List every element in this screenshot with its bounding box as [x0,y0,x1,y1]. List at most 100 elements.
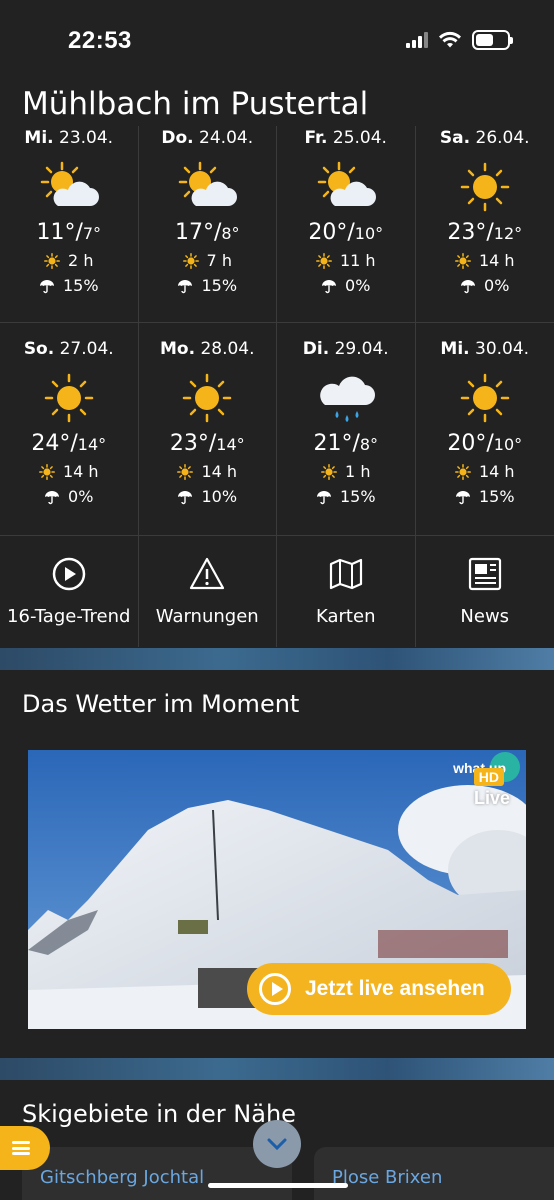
sun-hours: 14 h [416,462,554,481]
nav-label: Warnungen [155,606,259,627]
temperature: 17°/8° [174,220,240,245]
hd-badge: HD [473,768,504,786]
scroll-down-button[interactable] [253,1120,301,1168]
rain-chance: 0% [0,487,138,506]
day-label: So. 27.04. [23,339,114,359]
ski-area-card[interactable]: Plose Brixen [314,1147,554,1200]
ski-area-card[interactable]: Gitschberg Jochtal [22,1147,292,1200]
rain-chance: 10% [139,487,277,506]
umbrella-icon [316,490,331,504]
nav-karten[interactable]: Karten [277,536,416,647]
status-icons [406,30,513,50]
umbrella-icon [45,490,60,504]
sun-icon [452,160,518,214]
rain-chance: 15% [277,487,415,506]
nav-news[interactable]: News [416,536,554,647]
sunshine-icon [455,463,471,480]
sun-icon [452,371,518,425]
ski-areas-title: Skigebiete in der Nähe [22,1100,296,1128]
day-label: Mi. 30.04. [440,339,530,359]
umbrella-icon [178,279,193,293]
temperature: 20°/10° [447,431,523,456]
forecast-day[interactable]: Sa. 26.04. 23°/12° 14 h 0% [415,126,554,323]
sun-hours: 14 h [139,462,277,481]
forecast-day[interactable]: Mi. 30.04. 20°/10° 14 h 15% [415,323,554,536]
nav-label: Karten [316,606,376,627]
temperature: 11°/7° [36,220,102,245]
rain-chance: 0% [277,276,415,295]
umbrella-icon [39,279,54,293]
sunshine-icon [316,252,332,269]
sunshine-icon [321,463,337,480]
temperature: 24°/14° [31,431,107,456]
temperature: 21°/8° [313,431,379,456]
forecast-grid: Mi. 23.04. 11°/7° 2 h 15% Do. 24.04. 17°/8° 7 … [0,126,554,647]
section-divider [0,1058,554,1080]
forecast-day[interactable]: Do. 24.04. 17°/8° 7 h 15% [138,126,277,323]
sun-hours: 2 h [0,251,138,270]
forecast-day[interactable]: Fr. 25.04. 20°/10° 11 h 0% [277,126,416,323]
hamburger-icon [12,1141,30,1155]
home-indicator [208,1183,348,1188]
menu-button[interactable] [0,1126,50,1170]
day-label: Sa. 26.04. [439,128,530,148]
signal-icon [406,32,428,48]
sun-hours: 14 h [0,462,138,481]
sunshine-icon [44,252,60,269]
status-bar: 22:53 [0,0,554,84]
section-divider [0,648,554,670]
temperature: 23°/14° [169,431,245,456]
nav-label: 16-Tage-Trend [7,606,131,627]
forecast-day[interactable]: Mo. 28.04. 23°/14° 14 h 10% [138,323,277,536]
wifi-icon [439,31,461,48]
forecast-day[interactable]: So. 27.04. 24°/14° 14 h 0% [0,323,139,536]
watch-live-label: Jetzt live ansehen [305,977,485,1000]
watch-live-button[interactable]: Jetzt live ansehen [247,963,511,1015]
newspaper-icon [467,556,503,592]
current-weather-title: Das Wetter im Moment [22,690,300,718]
day-label: Mi. 23.04. [24,128,114,148]
play-icon [259,973,291,1005]
day-label: Do. 24.04. [161,128,254,148]
ski-area-name: Plose Brixen [332,1167,443,1188]
sunshine-icon [177,463,194,480]
battery-icon [472,30,513,50]
day-label: Fr. 25.04. [304,128,387,148]
umbrella-icon [322,279,337,293]
nav-label: News [460,606,510,627]
rain-chance: 15% [0,276,138,295]
sun-hours: 11 h [277,251,415,270]
ski-area-name: Gitschberg Jochtal [40,1167,205,1188]
sun-icon [36,371,102,425]
forecast-day[interactable]: Di. 29.04. 21°/8° 1 h 15% [277,323,416,536]
umbrella-icon [178,490,193,504]
rain-chance: 0% [416,276,554,295]
rain-chance: 15% [416,487,554,506]
temperature: 23°/12° [447,220,523,245]
sunshine-icon [182,252,199,269]
play-circle-icon [51,556,87,592]
day-label: Mo. 28.04. [159,339,255,359]
temperature: 20°/10° [308,220,384,245]
rain-cloud-icon [313,371,379,425]
sun-cloud-icon [313,160,379,214]
sun-hours: 7 h [139,251,277,270]
status-time: 22:53 [68,27,132,54]
nav-warnungen[interactable]: Warnungen [139,536,277,647]
umbrella-icon [455,490,470,504]
webcam-image[interactable]: what up HD Live Jetzt live ansehen [28,750,526,1029]
nav-16-tage-trend[interactable]: 16-Tage-Trend [0,536,139,647]
forecast-day[interactable]: Mi. 23.04. 11°/7° 2 h 15% [0,126,139,323]
sun-cloud-icon [174,160,240,214]
day-label: Di. 29.04. [302,339,389,359]
map-icon [328,556,364,592]
rain-chance: 15% [139,276,277,295]
sun-icon [174,371,240,425]
sun-cloud-icon [36,160,102,214]
chevron-down-icon [267,1138,287,1151]
location-title: Mühlbach im Pustertal [22,86,369,122]
live-label: Live [473,788,510,808]
umbrella-icon [461,279,476,293]
sunshine-icon [455,252,471,269]
sun-hours: 1 h [277,462,415,481]
